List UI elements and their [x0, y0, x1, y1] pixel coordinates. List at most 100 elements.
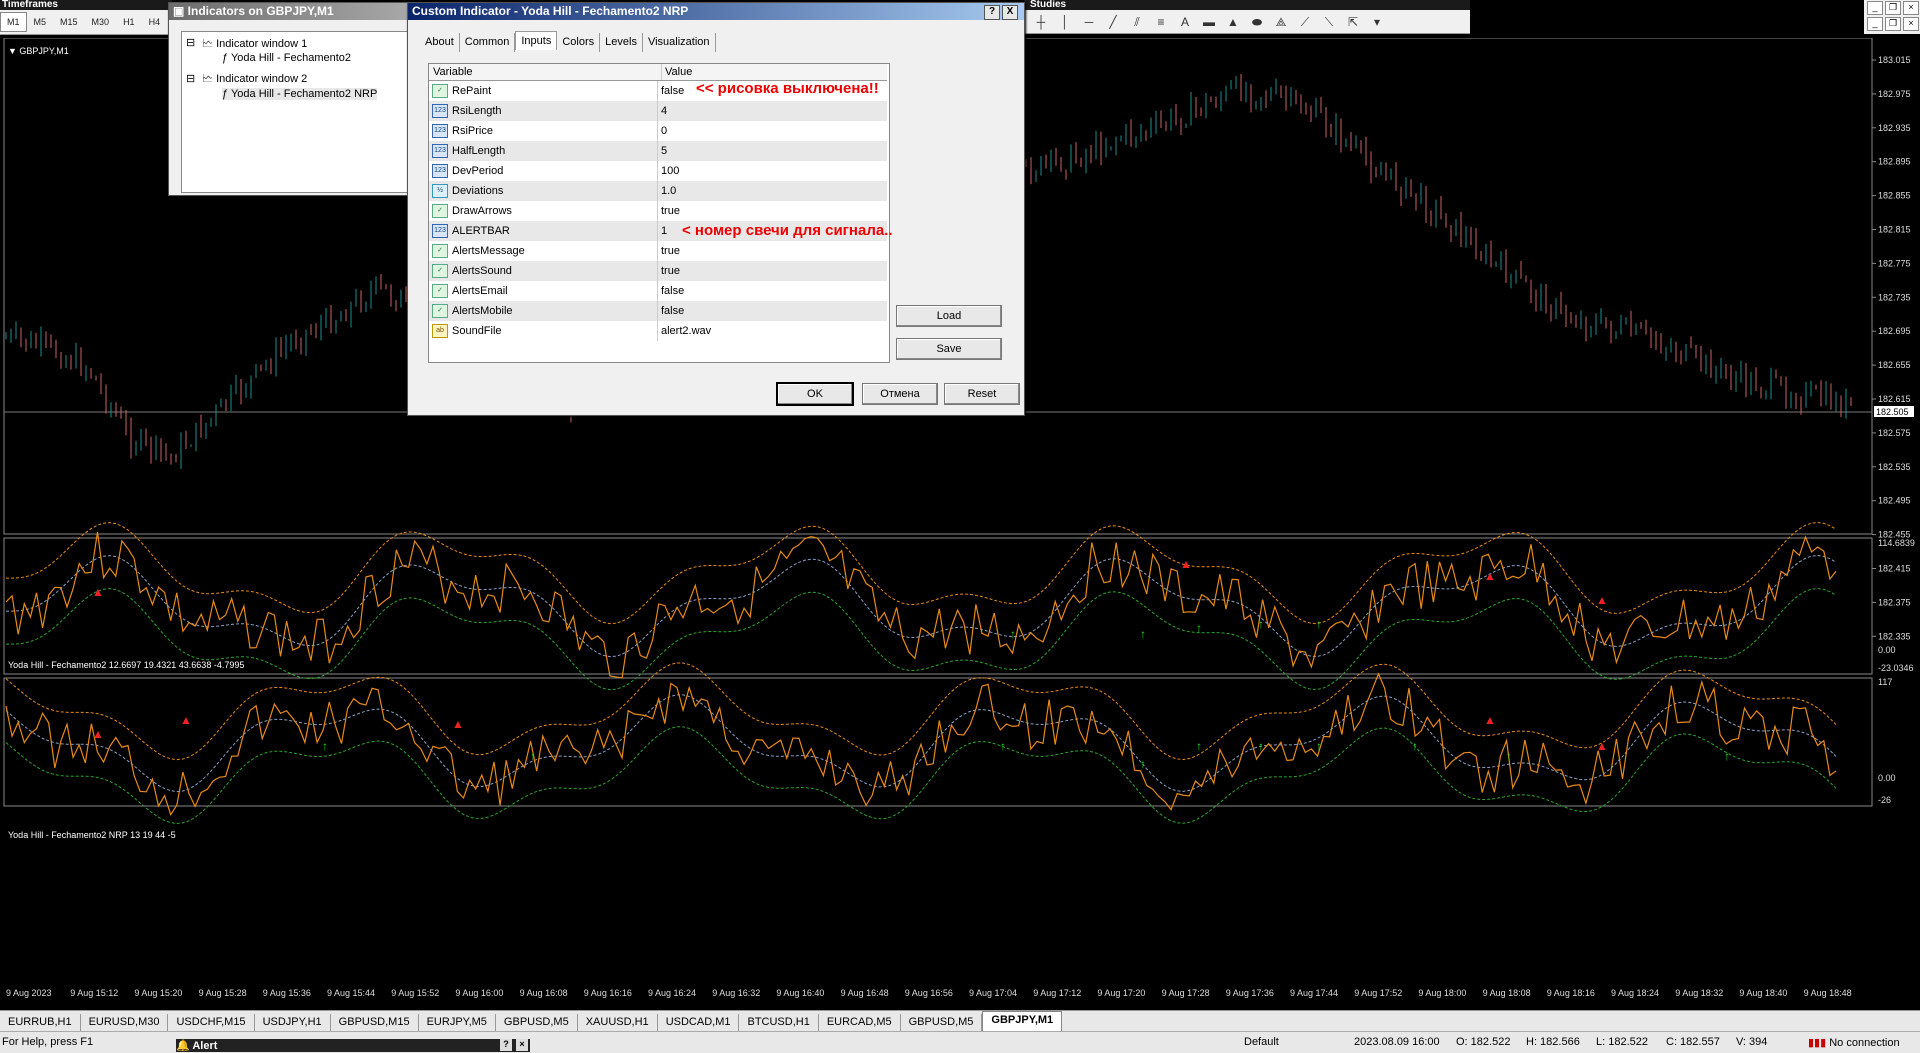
time-tick-label: 9 Aug 15:52 — [391, 988, 439, 998]
cancel-button[interactable]: Отмена — [862, 383, 938, 405]
param-name-cell: 123 HalfLength — [429, 141, 658, 161]
param-value[interactable]: true — [658, 201, 887, 221]
param-row-rsiprice[interactable]: 123 RsiPrice 0 — [429, 121, 887, 141]
time-tick-label: 9 Aug 17:52 — [1354, 988, 1402, 998]
tree-expander-icon[interactable]: ⊟ — [186, 72, 195, 85]
chart-tab[interactable]: EURRUB,H1 — [0, 1014, 81, 1031]
restore-icon[interactable]: ❐ — [1885, 17, 1901, 31]
load-button[interactable]: Load — [896, 305, 1002, 327]
param-type-string-icon: ab — [432, 324, 448, 338]
sub1-axis-label: 0.00 — [1878, 645, 1896, 655]
chart-tab[interactable]: USDCHF,M15 — [168, 1014, 255, 1031]
minimize-icon[interactable]: _ — [1867, 17, 1883, 31]
chart-tab[interactable]: XAUUSD,H1 — [578, 1014, 658, 1031]
time-tick-label: 9 Aug 17:28 — [1162, 988, 1210, 998]
close-icon[interactable]: × — [516, 1039, 528, 1051]
param-value[interactable]: false — [658, 301, 887, 321]
alert-window-titlebar[interactable]: 🔔 Alert ? × — [176, 1039, 530, 1052]
up-arrow-signal: ↑ — [1196, 621, 1202, 635]
param-name-cell: 123 ALERTBAR — [429, 221, 658, 241]
timeframe-m30[interactable]: M30 — [85, 12, 117, 32]
chart-tab[interactable]: EURUSD,M30 — [81, 1014, 169, 1031]
param-name: AlertsSound — [452, 265, 512, 277]
timeframe-h4[interactable]: H4 — [142, 12, 168, 32]
close-icon[interactable]: × — [1903, 1, 1919, 15]
param-row-rsilength[interactable]: 123 RsiLength 4 — [429, 101, 887, 121]
chart-tabs-bar: EURRUB,H1 EURUSD,M30 USDCHF,M15 USDJPY,H1 GB… — [0, 1010, 1920, 1031]
param-row-alertsmobile[interactable]: ✓ AlertsMobile false — [429, 301, 887, 321]
close-button[interactable]: X — [1002, 5, 1018, 20]
param-value[interactable]: alert2.wav — [658, 321, 887, 341]
time-tick-label: 9 Aug 16:56 — [905, 988, 953, 998]
param-value[interactable]: true — [658, 261, 887, 281]
restore-icon[interactable]: ❐ — [1885, 1, 1901, 15]
reset-button[interactable]: Reset — [944, 383, 1020, 405]
more-tools-icon[interactable]: ▾ — [1368, 14, 1386, 30]
trendline-icon[interactable]: ╱ — [1104, 14, 1122, 30]
timeframe-h1[interactable]: H1 — [116, 12, 142, 32]
chart-tab[interactable]: USDCAD,M1 — [658, 1014, 740, 1031]
status-profile[interactable]: Default — [1244, 1036, 1279, 1048]
param-name-cell: ✓ AlertsMobile — [429, 301, 658, 321]
time-tick-label: 9 Aug 16:16 — [584, 988, 632, 998]
param-value[interactable]: false — [658, 281, 887, 301]
timeframe-m15[interactable]: M15 — [53, 12, 85, 32]
ellipse-icon[interactable]: ⬬ — [1248, 14, 1266, 30]
horizontal-line-icon[interactable]: ─ — [1080, 14, 1098, 30]
param-row-alertssound[interactable]: ✓ AlertsSound true — [429, 261, 887, 281]
chart-tab[interactable]: GBPJPY,M1 — [982, 1011, 1063, 1031]
pitchfork-icon[interactable]: ⟁ — [1272, 14, 1290, 30]
triangle-icon[interactable]: ▲ — [1224, 14, 1242, 30]
chart-tab[interactable]: GBPUSD,M5 — [901, 1014, 983, 1031]
crosshair-icon[interactable]: ┼ — [1032, 14, 1050, 30]
channel-icon[interactable]: ⫽ — [1128, 14, 1146, 30]
tab-colors[interactable]: Colors — [557, 33, 601, 52]
rectangle-icon[interactable]: ▬ — [1200, 14, 1218, 30]
tree-node-window2[interactable]: 🗠 Indicator window 2 — [202, 70, 307, 89]
chart-tab[interactable]: BTCUSD,H1 — [739, 1014, 819, 1031]
param-value[interactable]: 4 — [658, 101, 887, 121]
tree-node-indicator1[interactable]: ƒ Yoda Hill - Fechamento2 — [222, 52, 351, 64]
ok-button[interactable]: OK — [776, 382, 854, 406]
param-row-alertsemail[interactable]: ✓ AlertsEmail false — [429, 281, 887, 301]
tab-common[interactable]: Common — [460, 33, 516, 52]
help-button[interactable]: ? — [500, 1039, 512, 1051]
column-header-variable[interactable]: Variable — [429, 64, 662, 80]
param-value[interactable]: 5 — [658, 141, 887, 161]
column-header-value[interactable]: Value — [662, 64, 887, 80]
param-value[interactable]: 1.0 — [658, 181, 887, 201]
cycle-lines-icon[interactable]: ⟍ — [1320, 14, 1338, 30]
param-row-soundfile[interactable]: ab SoundFile alert2.wav — [429, 321, 887, 341]
timeframe-m5[interactable]: M5 — [27, 12, 54, 32]
tab-about[interactable]: About — [420, 33, 460, 52]
arrows-icon[interactable]: ⇱ — [1344, 14, 1362, 30]
chart-tab[interactable]: EURCAD,M5 — [819, 1014, 901, 1031]
param-value[interactable]: 0 — [658, 121, 887, 141]
param-row-drawarrows[interactable]: ✓ DrawArrows true — [429, 201, 887, 221]
chart-tab[interactable]: GBPUSD,M5 — [496, 1014, 578, 1031]
param-row-devperiod[interactable]: 123 DevPeriod 100 — [429, 161, 887, 181]
param-value[interactable]: 100 — [658, 161, 887, 181]
param-row-deviations[interactable]: ½ Deviations 1.0 — [429, 181, 887, 201]
tab-visualization[interactable]: Visualization — [643, 33, 716, 52]
timeframe-m1[interactable]: M1 — [0, 12, 27, 32]
tree-expander-icon[interactable]: ⊟ — [186, 36, 195, 49]
chart-tab[interactable]: GBPUSD,M15 — [331, 1014, 419, 1031]
tree-node-indicator2[interactable]: ƒ Yoda Hill - Fechamento2 NRP — [222, 88, 378, 100]
tab-inputs[interactable]: Inputs — [515, 31, 558, 50]
fibonacci-icon[interactable]: ≡ — [1152, 14, 1170, 30]
tab-levels[interactable]: Levels — [600, 33, 643, 52]
param-value[interactable]: true — [658, 241, 887, 261]
chart-tab[interactable]: USDJPY,H1 — [255, 1014, 331, 1031]
minimize-icon[interactable]: _ — [1867, 1, 1883, 15]
help-button[interactable]: ? — [984, 5, 1000, 20]
gann-fan-icon[interactable]: ⟋ — [1296, 14, 1314, 30]
text-icon[interactable]: A — [1176, 14, 1194, 30]
param-row-halflength[interactable]: 123 HalfLength 5 — [429, 141, 887, 161]
vertical-line-icon[interactable]: │ — [1056, 14, 1074, 30]
save-button[interactable]: Save — [896, 338, 1002, 360]
close-icon[interactable]: × — [1903, 17, 1919, 31]
chart-tab[interactable]: EURJPY,M5 — [419, 1014, 496, 1031]
param-row-alertsmessage[interactable]: ✓ AlertsMessage true — [429, 241, 887, 261]
time-tick-label: 9 Aug 18:24 — [1611, 988, 1659, 998]
